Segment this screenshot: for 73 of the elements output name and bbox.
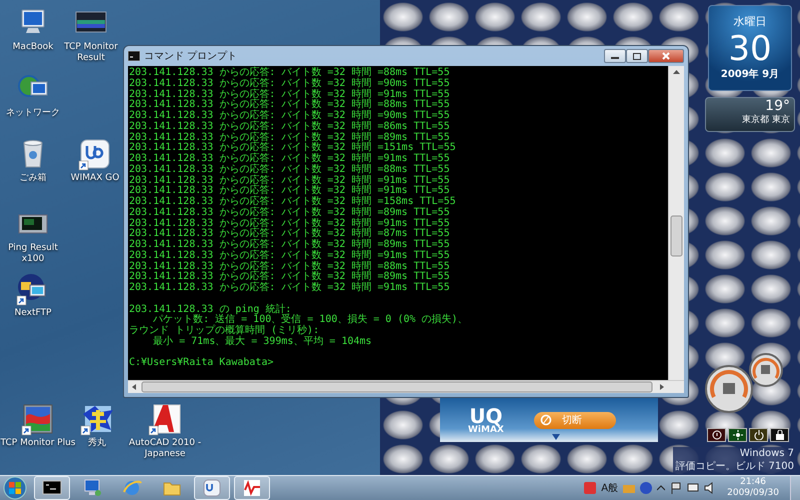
down-arrow-icon[interactable] bbox=[552, 434, 560, 440]
chevron-up-icon[interactable] bbox=[657, 484, 666, 492]
console-line: 203.141.128.33 からの応答: バイト数 =32 時間 =91ms TTL=55 bbox=[129, 218, 451, 228]
console-line: 203.141.128.33 からの応答: バイト数 =32 時間 =86ms TTL=55 bbox=[129, 122, 451, 132]
command-prompt: C:¥Users¥Raita Kawabata> bbox=[129, 358, 274, 369]
close-button[interactable] bbox=[648, 49, 684, 63]
console-line: 203.141.128.33 からの応答: バイト数 =32 時間 =88ms TTL=55 bbox=[129, 262, 451, 272]
network-tray-icon[interactable] bbox=[687, 482, 700, 494]
maximize-icon bbox=[633, 52, 641, 60]
lock-button[interactable] bbox=[770, 428, 789, 442]
console-line: 203.141.128.33 からの応答: バイト数 =32 時間 =91ms TTL=55 bbox=[129, 176, 451, 186]
maximize-button[interactable] bbox=[626, 49, 648, 63]
console-line: 203.141.128.33 からの応答: バイト数 =32 時間 =91ms TTL=55 bbox=[129, 186, 451, 196]
console-line: 203.141.128.33 からの応答: バイト数 =32 時間 =88ms TTL=55 bbox=[129, 100, 451, 110]
desktop-icon-label[interactable]: ごみ箱 bbox=[20, 173, 46, 184]
globe-icon bbox=[122, 478, 142, 498]
console-icon bbox=[128, 51, 140, 61]
calendar-month: 2009年 9月 bbox=[720, 68, 780, 82]
close-icon bbox=[662, 52, 670, 60]
desktop-icon-label[interactable]: Ping Result x100 bbox=[0, 243, 66, 265]
calendar-day: 30 bbox=[728, 30, 772, 66]
calendar-weekday: 水曜日 bbox=[734, 14, 766, 30]
sun-button[interactable] bbox=[728, 428, 747, 442]
logo-text: WiMAX bbox=[468, 426, 504, 434]
console-line: 203.141.128.33 からの応答: バイト数 =32 時間 =91ms TTL=55 bbox=[129, 250, 451, 261]
console-line: 203.141.128.33 からの応答: バイト数 =32 時間 =87ms TTL=55 bbox=[129, 229, 451, 240]
sun-icon bbox=[732, 430, 742, 440]
lock-icon bbox=[774, 430, 784, 440]
os-build-notice: 評価コピー。ビルド 7100 bbox=[673, 460, 796, 473]
app-tile-icon[interactable] bbox=[78, 137, 112, 171]
desktop-icon-label[interactable]: WIMAX GO bbox=[70, 173, 120, 184]
info-icon bbox=[712, 430, 722, 440]
console-line: 203.141.128.33 からの応答: バイト数 =32 時間 =89ms TTL=55 bbox=[129, 132, 451, 142]
console-line: 203.141.128.33 からの応答: バイト数 =32 時間 =89ms TTL=55 bbox=[129, 208, 451, 218]
console-line: 最小 = 71ms、最大 = 399ms、平均 = 104ms bbox=[152, 336, 373, 348]
console-line: 203.141.128.33 からの応答: バイト数 =32 時間 =158ms TTL=55 bbox=[129, 197, 457, 207]
info-button[interactable] bbox=[707, 428, 726, 442]
monitor-icon bbox=[82, 478, 102, 498]
desktop-icon-label[interactable]: MacBook bbox=[12, 42, 54, 53]
logo-text: UQ bbox=[469, 406, 503, 426]
desktop-icon-label[interactable]: 秀丸 bbox=[88, 438, 106, 449]
console-line: 203.141.128.33 からの応答: バイト数 =32 時間 =88ms TTL=55 bbox=[129, 68, 451, 78]
minimize-button[interactable] bbox=[604, 49, 626, 63]
console-line: 203.141.128.33 からの応答: バイト数 =32 時間 =89ms TTL=55 bbox=[129, 240, 451, 250]
console-line: 203.141.128.33 からの応答: バイト数 =32 時間 =90ms TTL=55 bbox=[129, 111, 451, 121]
drafting-app-icon[interactable] bbox=[148, 402, 182, 436]
chart-icon[interactable] bbox=[21, 402, 55, 436]
flag-icon[interactable] bbox=[670, 482, 682, 494]
desktop-icon-label[interactable]: TCP Monitor Result bbox=[62, 42, 120, 64]
console-line: 203.141.128.33 からの応答: バイト数 =32 時間 =90ms TTL=55 bbox=[129, 78, 451, 89]
waveform-icon bbox=[242, 478, 262, 498]
desktop-icon-label[interactable]: AutoCAD 2010 - Japanese bbox=[127, 438, 203, 460]
console-line: 203.141.128.33 からの応答: バイト数 =32 時間 =91ms TTL=55 bbox=[129, 154, 451, 164]
weather-location: 東京都 東京 bbox=[742, 114, 790, 127]
app-tile-icon bbox=[202, 478, 222, 498]
console-line: 203.141.128.33 からの応答: バイト数 =32 時間 =88ms TTL=55 bbox=[129, 164, 451, 175]
console-line: 203.141.128.33 からの応答: バイト数 =32 時間 =91ms TTL=55 bbox=[129, 283, 451, 294]
taskbar-button[interactable] bbox=[34, 476, 70, 500]
power-icon bbox=[754, 430, 764, 440]
desktop-icon-label[interactable]: NextFTP bbox=[14, 308, 52, 319]
console-line: 203.141.128.33 からの応答: バイト数 =32 時間 =151ms TTL=55 bbox=[129, 143, 457, 154]
temperature: 19° bbox=[765, 99, 790, 114]
console-line: 203.141.128.33 からの応答: バイト数 =32 時間 =89ms TTL=55 bbox=[129, 272, 451, 282]
desktop-icon-label[interactable]: ネットワーク bbox=[6, 108, 60, 119]
console-line: 203.141.128.33 からの応答: バイト数 =32 時間 =91ms TTL=55 bbox=[129, 90, 451, 100]
window-title: コマンド プロンプト bbox=[144, 50, 238, 64]
console-line: 203.141.128.33 の ping 統計: bbox=[129, 304, 292, 314]
console-line: ラウンド トリップの概算時間 (ミリ秒): bbox=[129, 326, 320, 336]
os-build-notice: Windows 7 bbox=[673, 447, 796, 460]
ime-indicator[interactable]: A般 bbox=[601, 480, 618, 496]
power-button[interactable] bbox=[749, 428, 768, 442]
desktop-icon-label[interactable]: TCP Monitor Plus bbox=[0, 438, 76, 449]
console-line: パケット数: 送信 = 100、受信 = 100、損失 = 0 (0% の損失)、 bbox=[152, 315, 469, 326]
